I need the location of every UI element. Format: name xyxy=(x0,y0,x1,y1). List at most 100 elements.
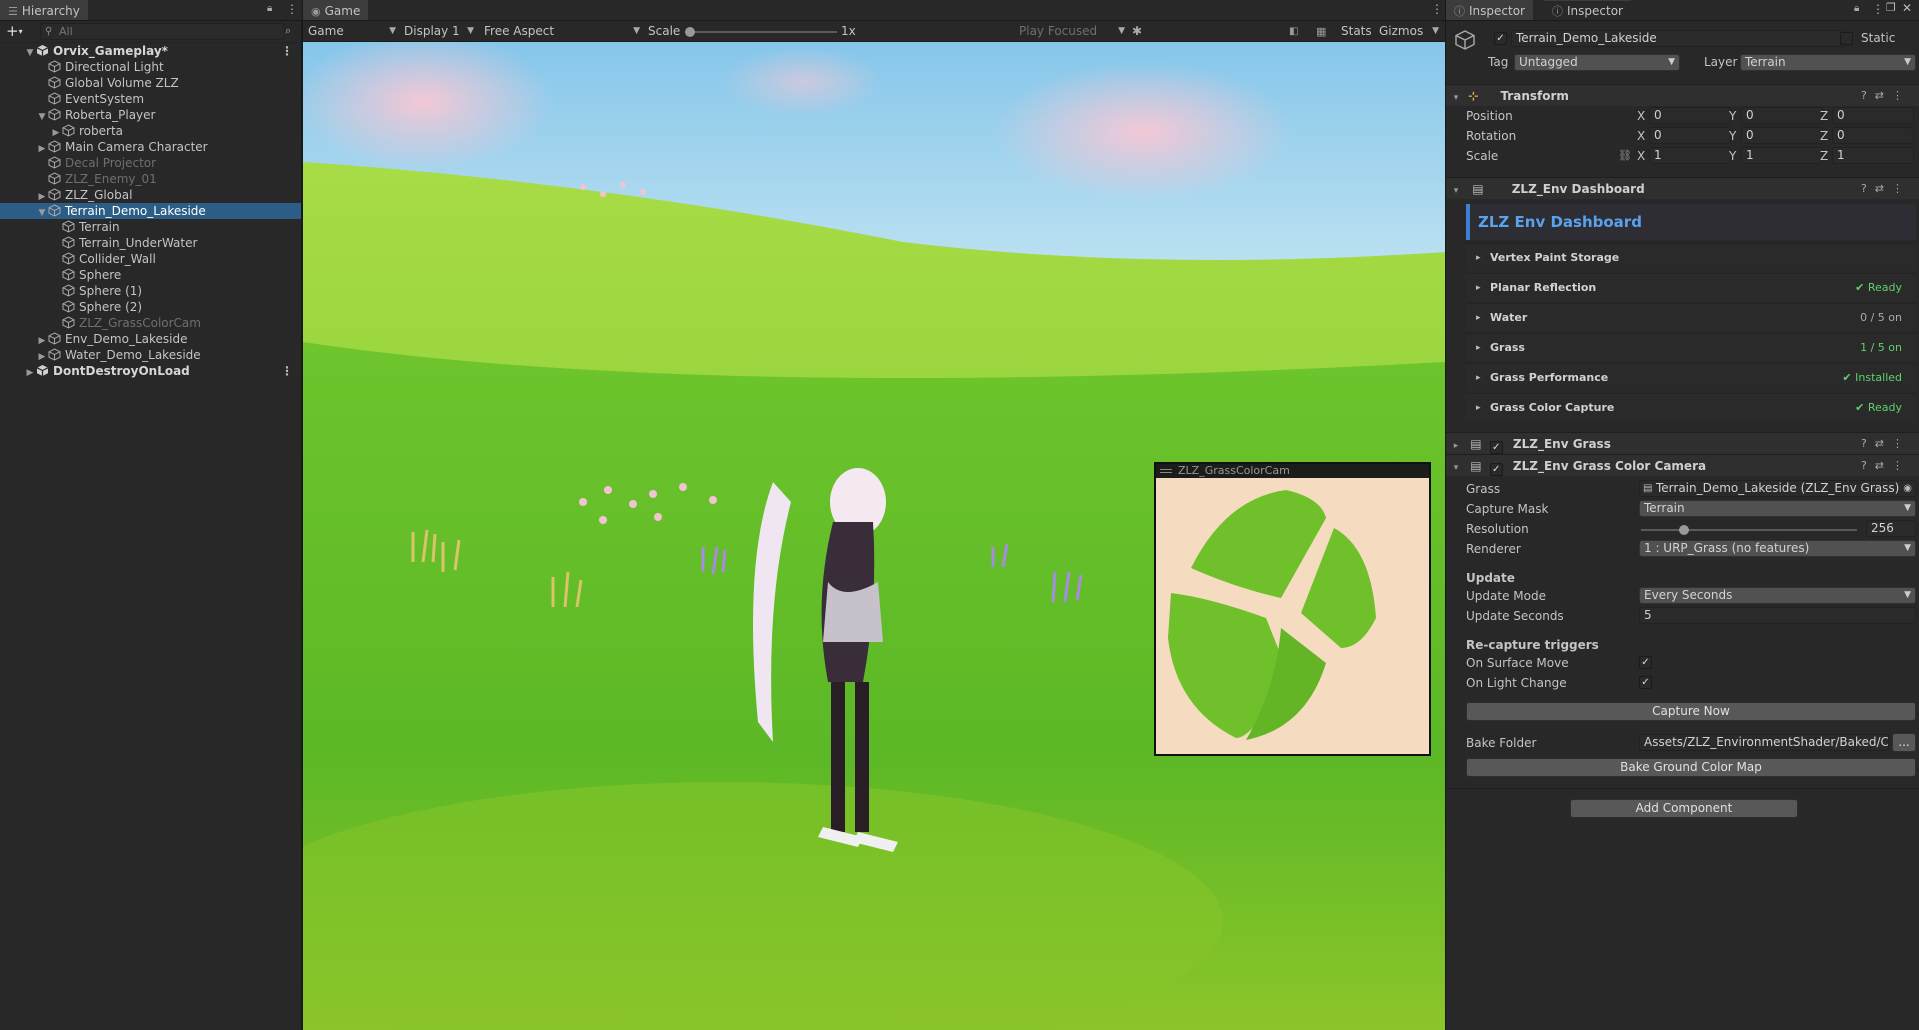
rotation-z-field[interactable]: 0 xyxy=(1832,127,1914,144)
game-viewport[interactable]: ZLZ_GrassColorCam xyxy=(303,42,1445,1030)
aspect-dropdown[interactable]: Free Aspect ▼ xyxy=(484,21,642,42)
active-checkbox[interactable]: ✓ xyxy=(1494,32,1507,45)
rotation-axis-label[interactable]: Y xyxy=(1729,129,1736,143)
resolution-slider[interactable] xyxy=(1641,525,1857,535)
env-grass-header[interactable]: ▸ ▤ ✓ ZLZ_Env Grass ?⇄⋮ xyxy=(1446,432,1919,454)
play-focused-dropdown[interactable]: Play Focused ▼ xyxy=(1019,21,1127,42)
hierarchy-item[interactable]: ▶ Water_Demo_Lakeside xyxy=(0,347,301,363)
rotation-x-field[interactable]: 0 xyxy=(1649,127,1731,144)
maximize-icon[interactable]: ❐ xyxy=(1886,1,1896,14)
rotation-axis-label[interactable]: Z xyxy=(1820,129,1828,143)
scale-slider-handle[interactable] xyxy=(685,27,695,37)
transform-header[interactable]: ▾ ⊹ Transform ?⇄⋮ xyxy=(1446,84,1919,106)
capture-mask-dropdown[interactable]: Terrain ▼ xyxy=(1639,500,1916,517)
resolution-slider-handle[interactable] xyxy=(1679,525,1690,535)
bake-ground-color-map-button[interactable]: Bake Ground Color Map xyxy=(1466,758,1916,777)
position-z-field[interactable]: 0 xyxy=(1832,107,1914,124)
hierarchy-item[interactable]: ▼ Roberta_Player xyxy=(0,107,301,123)
kebab-menu-icon[interactable]: ⋮ xyxy=(286,2,298,16)
object-picker-icon[interactable]: ◉ xyxy=(1903,481,1912,496)
add-component-button[interactable]: Add Component xyxy=(1570,799,1798,818)
create-button[interactable]: +▾ xyxy=(6,22,23,40)
position-axis-label[interactable]: X xyxy=(1637,109,1645,123)
game-mode-dropdown[interactable]: Game ▼ xyxy=(308,21,398,42)
grass-object-field[interactable]: ▤ Terrain_Demo_Lakeside (ZLZ_Env Grass) … xyxy=(1639,480,1916,497)
close-icon[interactable]: ✕ xyxy=(1902,1,1912,15)
tab-inspector-2[interactable]: ⓘ Inspector xyxy=(1544,0,1631,20)
rotation-y-field[interactable]: 0 xyxy=(1741,127,1823,144)
display-dropdown[interactable]: Display 1 ▼ xyxy=(404,21,476,42)
hierarchy-item[interactable]: ZLZ_Enemy_01 xyxy=(0,171,301,187)
gizmos-dropdown[interactable]: Gizmos ▼ xyxy=(1379,21,1441,42)
grass-color-camera-header[interactable]: ▾ ▤ ✓ ZLZ_Env Grass Color Camera ?⇄⋮ xyxy=(1446,454,1919,476)
component-icons[interactable]: ?⇄⋮ xyxy=(1861,178,1911,200)
lock-icon[interactable]: 🔒︎ xyxy=(1854,3,1859,14)
component-icons[interactable]: ?⇄⋮ xyxy=(1861,433,1911,455)
dashboard-section[interactable]: Grass 1 / 5 on xyxy=(1466,333,1916,362)
hierarchy-item[interactable]: Sphere (2) xyxy=(0,299,301,315)
chevron-right-icon[interactable]: ▶ xyxy=(24,365,36,381)
renderer-dropdown[interactable]: 1 : URP_Grass (no features) ▼ xyxy=(1639,540,1916,557)
component-icons[interactable]: ?⇄⋮ xyxy=(1861,455,1911,477)
hierarchy-item[interactable]: EventSystem xyxy=(0,91,301,107)
hierarchy-scene-row[interactable]: ▼ Orvix_Gameplay* ⋮ xyxy=(0,43,301,59)
tab-inspector-1[interactable]: ⓘ Inspector xyxy=(1446,0,1533,20)
scale-z-field[interactable]: 1 xyxy=(1832,147,1914,164)
object-name-field[interactable]: Terrain_Demo_Lakeside xyxy=(1511,30,1847,47)
dashboard-section[interactable]: Grass Color Capture ✔ Ready xyxy=(1466,393,1916,422)
hierarchy-item[interactable]: ▼ Terrain_Demo_Lakeside xyxy=(0,203,301,219)
tab-hierarchy[interactable]: ☰ Hierarchy xyxy=(0,0,88,20)
kebab-menu-icon[interactable]: ⋮ xyxy=(281,43,293,59)
grass-color-camera-enabled-checkbox[interactable]: ✓ xyxy=(1489,463,1503,476)
hierarchy-item[interactable]: Terrain xyxy=(0,219,301,235)
kebab-menu-icon[interactable]: ⋮ xyxy=(281,363,293,379)
hierarchy-item[interactable]: Terrain_UnderWater xyxy=(0,235,301,251)
hierarchy-item[interactable]: ZLZ_GrassColorCam xyxy=(0,315,301,331)
hierarchy-item[interactable]: Directional Light xyxy=(0,59,301,75)
hierarchy-item[interactable]: Sphere xyxy=(0,267,301,283)
update-mode-dropdown[interactable]: Every Seconds ▼ xyxy=(1639,587,1916,604)
update-seconds-field[interactable]: 5 xyxy=(1639,607,1916,624)
scale-axis-label[interactable]: X xyxy=(1637,149,1645,163)
kebab-menu-icon[interactable]: ⋮ xyxy=(1872,2,1884,16)
scale-axis-label[interactable]: Z xyxy=(1820,149,1828,163)
dashboard-section[interactable]: Water 0 / 5 on xyxy=(1466,303,1916,332)
dashboard-section[interactable]: Vertex Paint Storage xyxy=(1466,243,1916,272)
browse-button[interactable]: ... xyxy=(1892,733,1916,752)
rotation-axis-label[interactable]: X xyxy=(1637,129,1645,143)
audio-mute-icon[interactable]: ◧ xyxy=(1289,21,1298,42)
hierarchy-item[interactable]: ▶ roberta xyxy=(0,123,301,139)
hierarchy-item[interactable]: ▶ Env_Demo_Lakeside xyxy=(0,331,301,347)
surface-move-checkbox[interactable]: ✓ xyxy=(1639,656,1652,669)
scale-slider[interactable] xyxy=(685,27,837,37)
component-icons[interactable]: ?⇄⋮ xyxy=(1861,85,1911,107)
position-axis-label[interactable]: Z xyxy=(1820,109,1828,123)
resolution-field[interactable]: 256 xyxy=(1866,520,1916,537)
hierarchy-search-input[interactable]: ⚲ All xyxy=(40,23,285,40)
scale-x-field[interactable]: 1 xyxy=(1649,147,1731,164)
search-options-icon[interactable]: ⌕ xyxy=(285,24,291,38)
light-change-checkbox[interactable]: ✓ xyxy=(1639,676,1652,689)
env-grass-enabled-checkbox[interactable]: ✓ xyxy=(1489,441,1503,454)
static-checkbox[interactable] xyxy=(1840,32,1853,45)
tag-dropdown[interactable]: Untagged ▼ xyxy=(1514,54,1680,71)
stats-button[interactable]: Stats xyxy=(1341,21,1372,42)
scale-axis-label[interactable]: Y xyxy=(1729,149,1736,163)
hierarchy-item[interactable]: Decal Projector xyxy=(0,155,301,171)
hierarchy-item[interactable]: ▶ ZLZ_Global xyxy=(0,187,301,203)
bake-folder-field[interactable]: Assets/ZLZ_EnvironmentShader/Baked/Co xyxy=(1639,734,1889,751)
hierarchy-scene-row[interactable]: ▶ DontDestroyOnLoad ⋮ xyxy=(0,363,301,379)
position-axis-label[interactable]: Y xyxy=(1729,109,1736,123)
hierarchy-item[interactable]: Global Volume ZLZ xyxy=(0,75,301,91)
bug-icon[interactable]: ✱ xyxy=(1132,21,1142,42)
layer-dropdown[interactable]: Terrain ▼ xyxy=(1740,54,1916,71)
dashboard-section[interactable]: Planar Reflection ✔ Ready xyxy=(1466,273,1916,302)
hierarchy-item[interactable]: Sphere (1) xyxy=(0,283,301,299)
hierarchy-item[interactable]: Collider_Wall xyxy=(0,251,301,267)
kebab-menu-icon[interactable]: ⋮ xyxy=(1431,2,1443,16)
scale-y-field[interactable]: 1 xyxy=(1741,147,1823,164)
dashboard-header[interactable]: ▾ ▤ ZLZ_Env Dashboard ?⇄⋮ xyxy=(1446,177,1919,199)
constrain-proportions-icon[interactable]: ⛓ xyxy=(1618,149,1632,162)
position-x-field[interactable]: 0 xyxy=(1649,107,1731,124)
lock-icon[interactable]: 🔒︎ xyxy=(267,3,272,14)
